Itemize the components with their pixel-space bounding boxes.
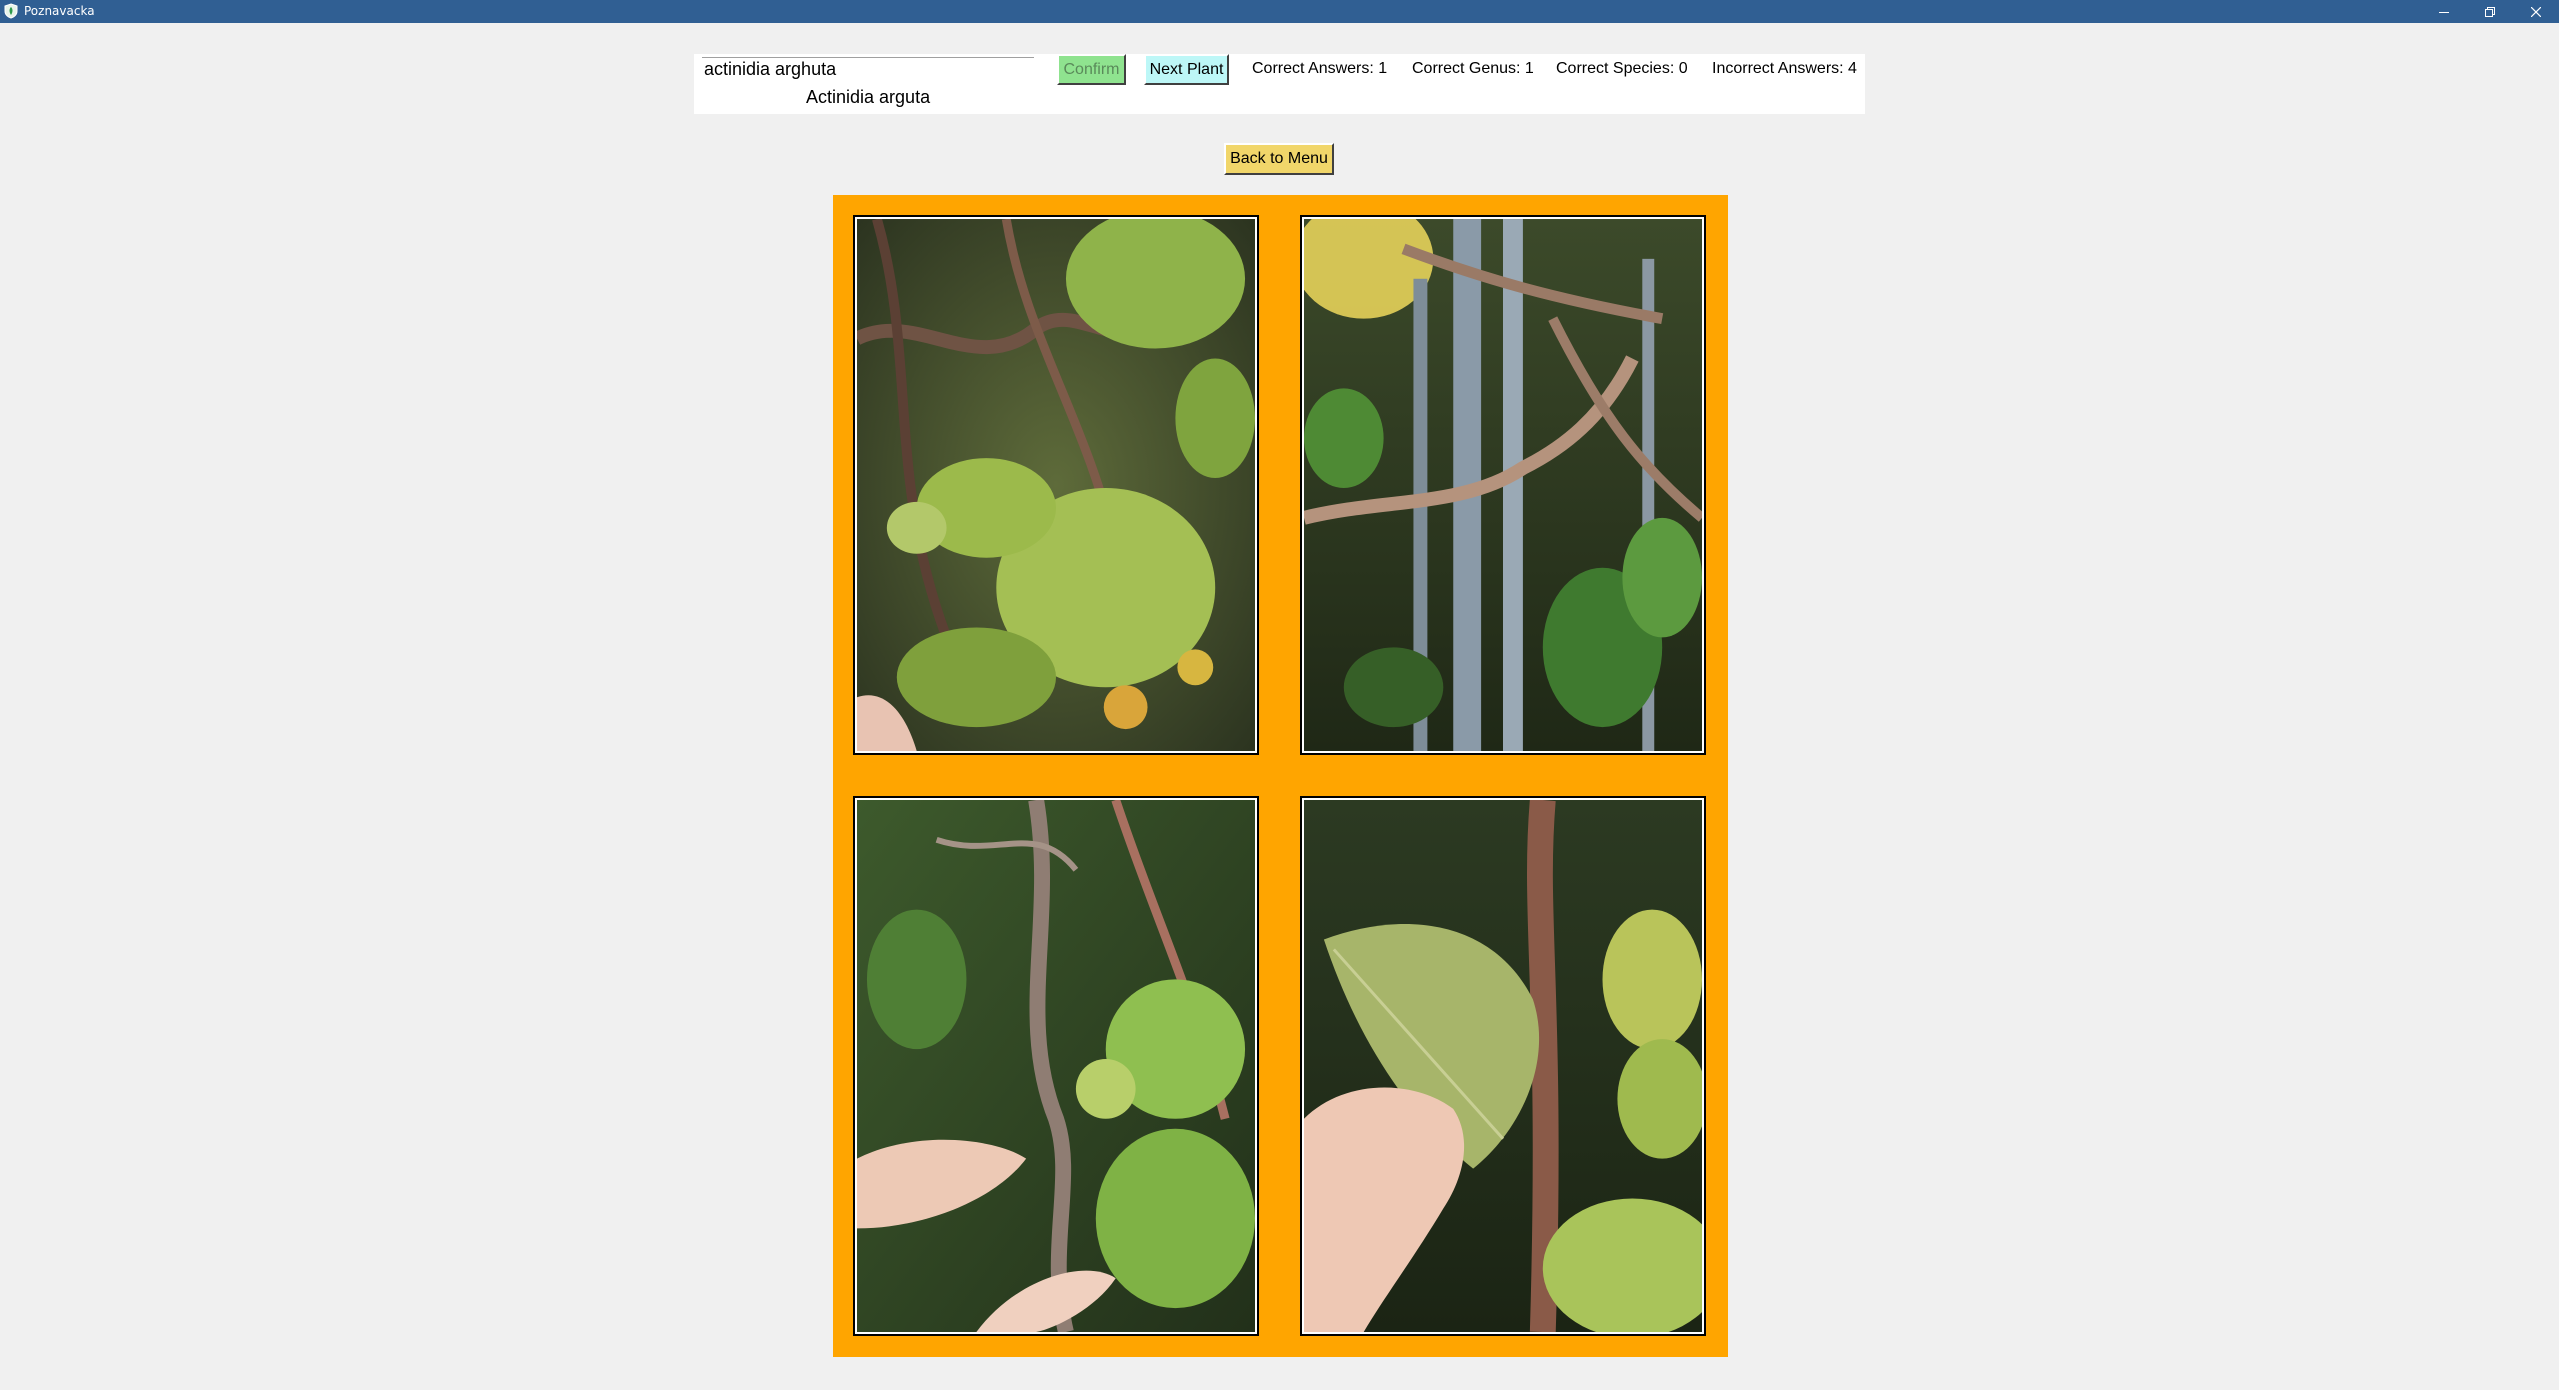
app-shield-icon [4,3,18,19]
next-plant-button[interactable]: Next Plant [1144,54,1229,85]
plant-photo-1 [853,215,1259,755]
confirm-button[interactable]: Confirm [1057,54,1126,85]
answer-input[interactable] [702,57,1034,81]
restore-button[interactable] [2467,0,2513,23]
back-to-menu-button[interactable]: Back to Menu [1224,143,1334,175]
minimize-button[interactable] [2421,0,2467,23]
plant-photo-gallery [833,195,1728,1357]
close-icon [2531,6,2541,17]
plant-photo-3-image [857,800,1255,1332]
plant-photo-1-image [857,219,1255,751]
incorrect-answers-count: Incorrect Answers: 4 [1712,60,1857,77]
correct-species-count: Correct Species: 0 [1556,60,1688,77]
window-title: Poznavacka [24,4,95,18]
title-bar: Poznavacka [0,0,2559,23]
restore-icon [2485,6,2495,17]
close-button[interactable] [2513,0,2559,23]
correct-answers-count: Correct Answers: 1 [1252,60,1388,77]
quiz-toolbar: Actinidia arguta Confirm Next Plant Corr… [694,54,1865,114]
minimize-icon [2439,11,2449,13]
plant-photo-2 [1300,215,1706,755]
correct-genus-count: Correct Genus: 1 [1412,60,1534,77]
autocomplete-suggestion[interactable]: Actinidia arguta [806,87,930,108]
plant-photo-3 [853,796,1259,1336]
plant-photo-4 [1300,796,1706,1336]
plant-photo-4-image [1304,800,1702,1332]
plant-photo-2-image [1304,219,1702,751]
